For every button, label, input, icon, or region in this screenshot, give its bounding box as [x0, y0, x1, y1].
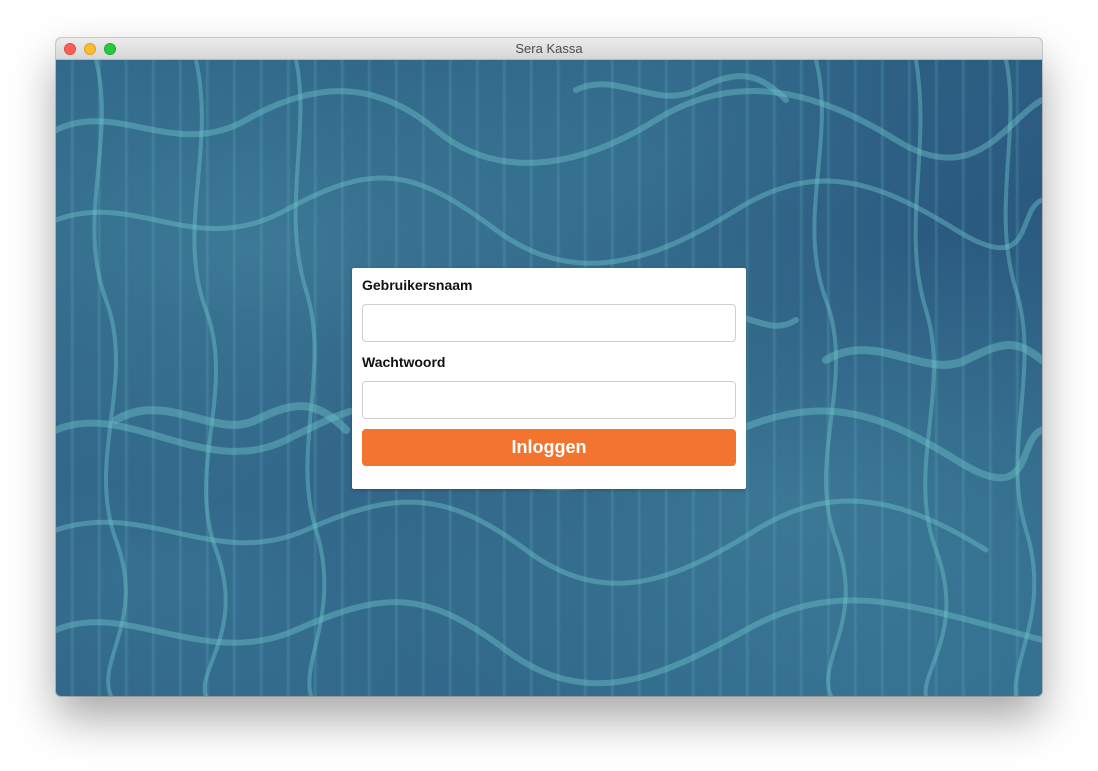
username-input[interactable] — [362, 304, 736, 342]
window-title: Sera Kassa — [515, 41, 583, 56]
password-input[interactable] — [362, 381, 736, 419]
login-form: Gebruikersnaam Wachtwoord Inloggen — [352, 268, 746, 489]
title-bar[interactable]: Sera Kassa — [56, 38, 1042, 60]
app-window: Sera Kassa Gebruikersnaam Wachtwoord Inl… — [56, 38, 1042, 696]
username-label: Gebruikersnaam — [362, 277, 473, 293]
login-button[interactable]: Inloggen — [362, 429, 736, 466]
password-label: Wachtwoord — [362, 354, 446, 370]
login-background: Gebruikersnaam Wachtwoord Inloggen — [56, 60, 1042, 696]
